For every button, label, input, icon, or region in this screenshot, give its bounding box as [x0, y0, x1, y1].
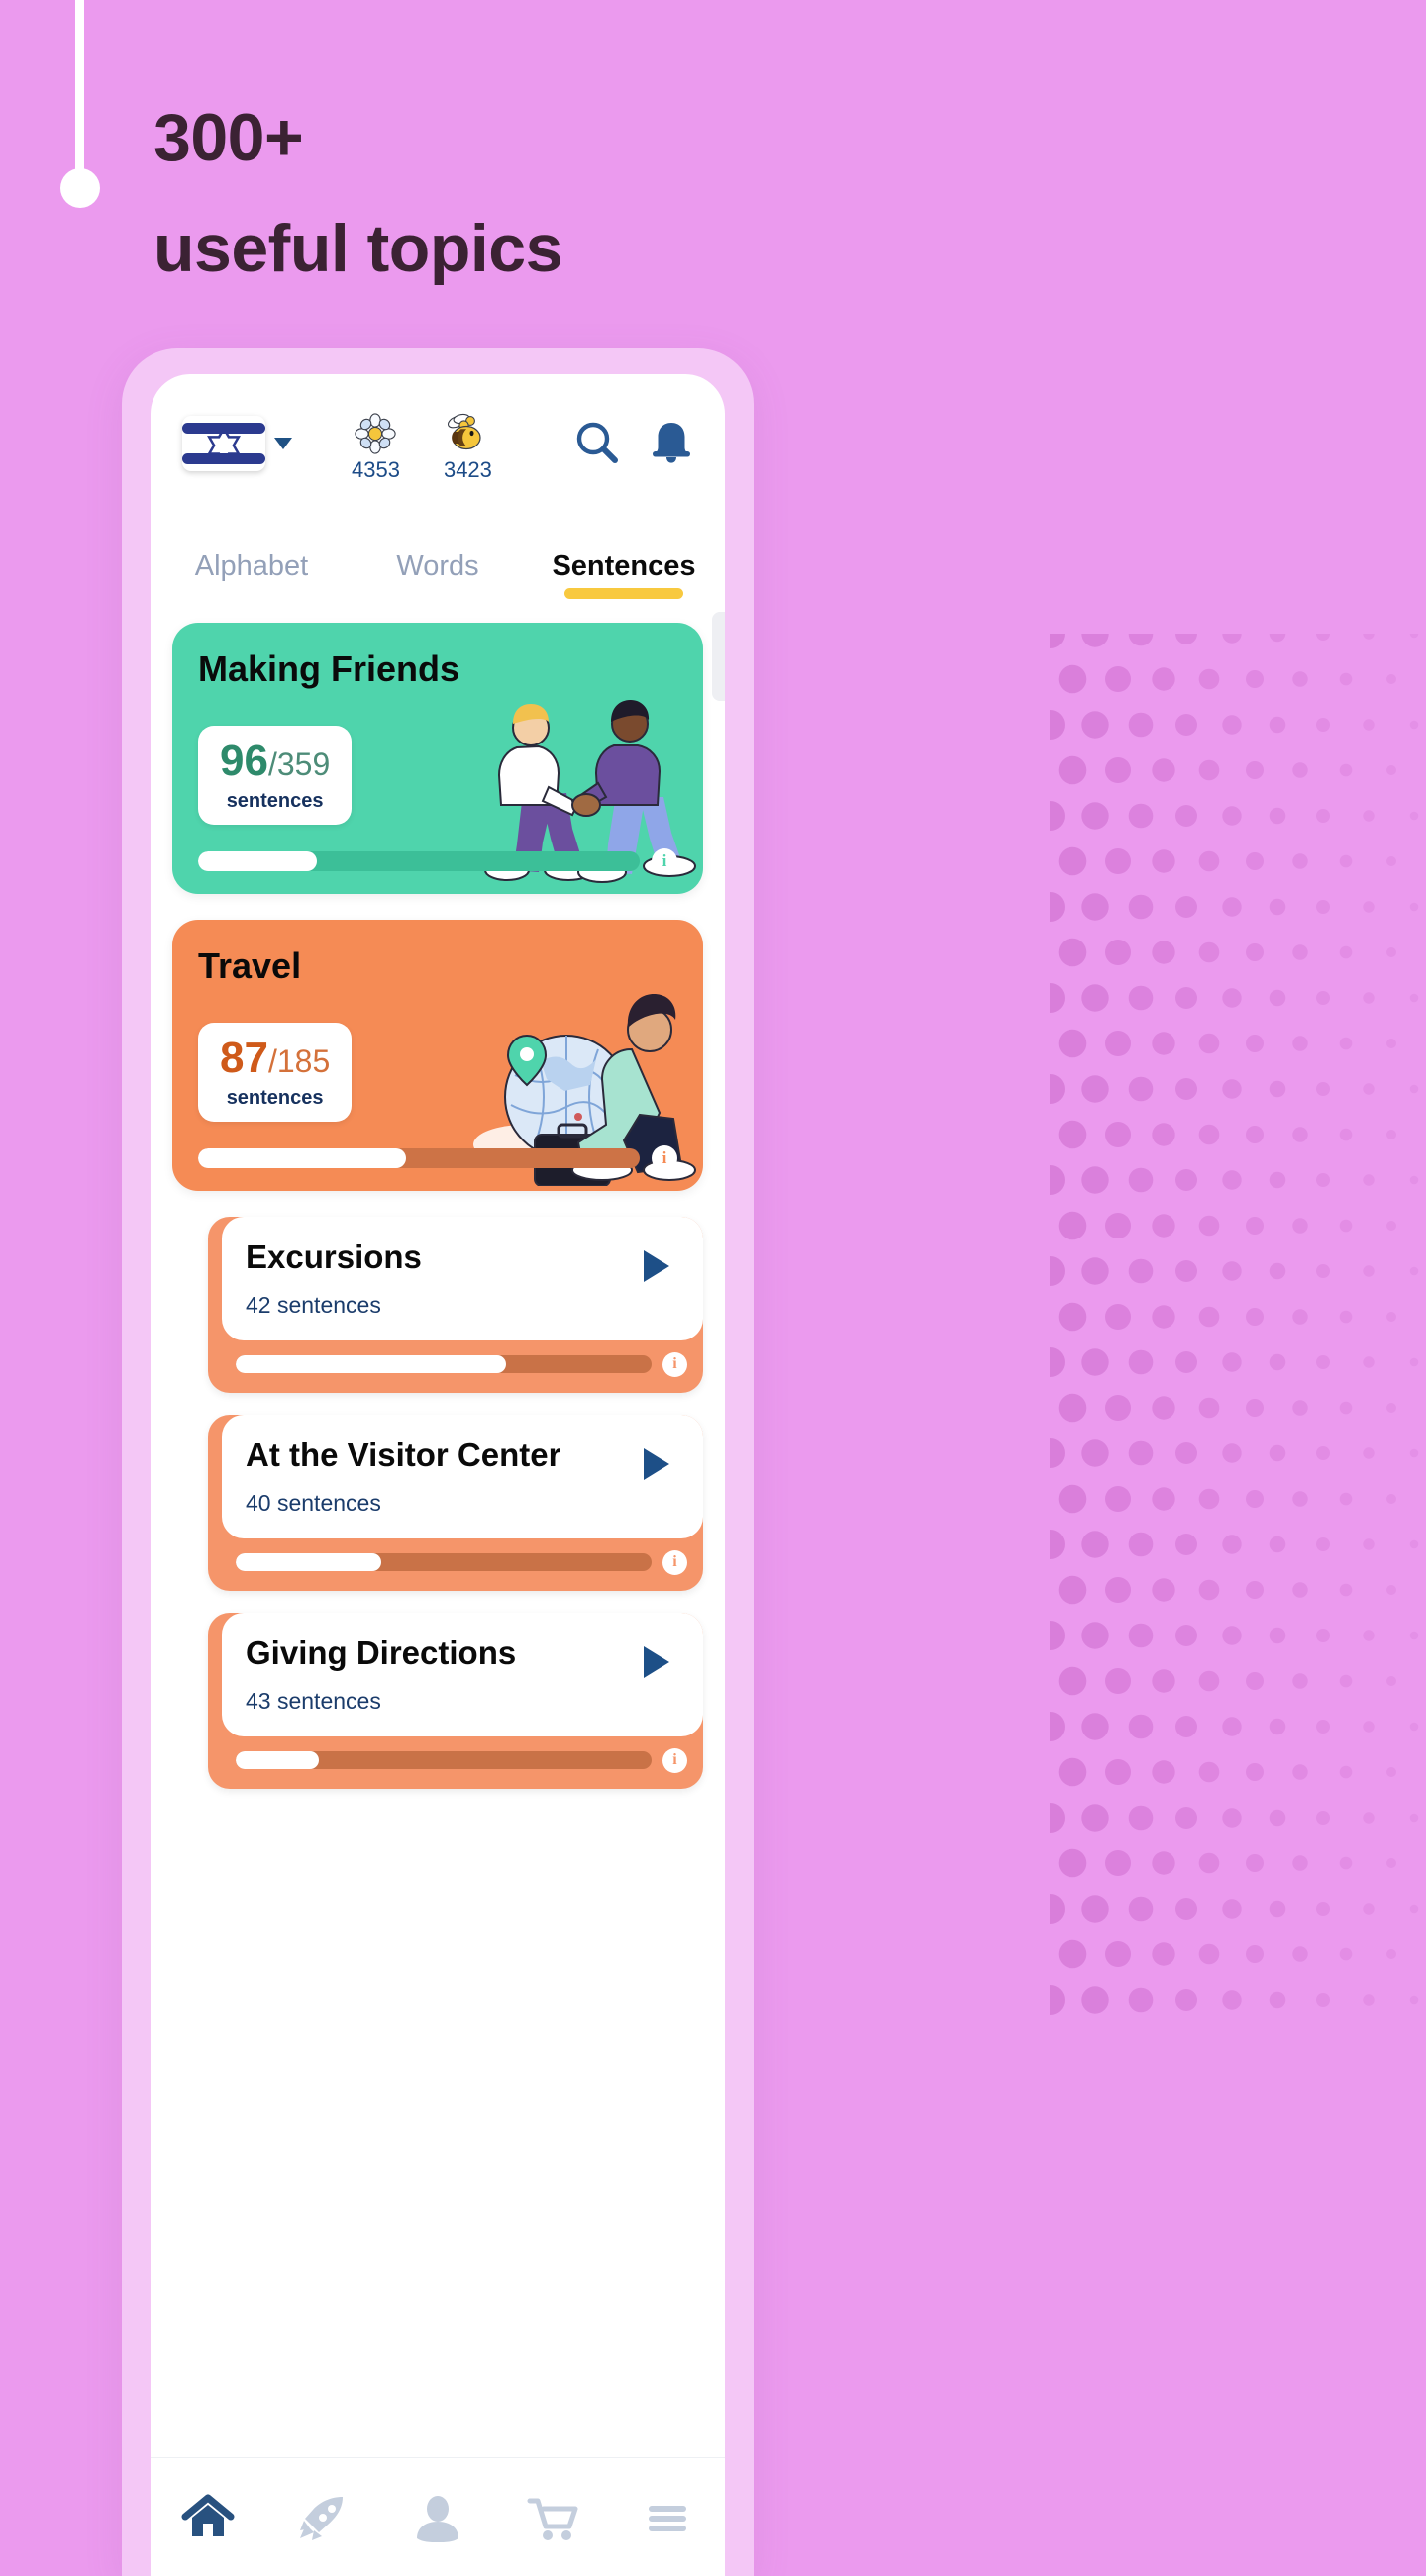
rocket-icon[interactable] — [296, 2493, 350, 2542]
topic-list: Making Friends 96/359 sentences i Travel… — [151, 605, 725, 1789]
sub-topic-progress-bar — [236, 1355, 652, 1374]
topic-score: 96/359 — [220, 740, 330, 783]
topic-progress-bar — [198, 1148, 640, 1168]
headline-line-2: useful topics — [153, 211, 562, 286]
pin-line-decoration — [75, 0, 84, 178]
topic-completed: 96 — [220, 737, 268, 785]
topic-progress-pill: 87/185 sentences — [198, 1023, 353, 1122]
tab-sentences-label: Sentences — [552, 550, 696, 582]
topic-progress-pill: 96/359 sentences — [198, 726, 353, 825]
sub-topic-progress-bar — [236, 1553, 652, 1572]
words-counter[interactable]: 4353 — [352, 412, 400, 483]
tab-words[interactable]: Words — [345, 550, 531, 605]
app-header: 4353 3423 — [151, 374, 725, 550]
sub-topic-name: At the Visitor Center — [246, 1436, 561, 1473]
topic-completed: 87 — [220, 1034, 268, 1082]
play-icon[interactable] — [640, 1644, 673, 1680]
promo-headline: 300+ useful topics — [153, 95, 847, 291]
chevron-down-icon — [274, 438, 292, 449]
topic-progress-fill — [198, 1148, 406, 1168]
info-icon[interactable]: i — [662, 1351, 687, 1377]
active-tab-indicator — [563, 588, 684, 599]
main-tabs: Alphabet Words Sentences — [151, 550, 725, 605]
israel-flag-icon — [182, 416, 265, 471]
sub-topic-content: Giving Directions 43 sentences — [222, 1612, 703, 1736]
pin-dot-decoration — [60, 168, 100, 208]
bell-icon[interactable] — [648, 418, 695, 467]
search-icon[interactable] — [572, 418, 622, 467]
topic-total: /359 — [267, 746, 331, 782]
info-icon[interactable]: i — [652, 1145, 677, 1171]
topic-progress-bar — [198, 851, 640, 871]
sub-topic-progress-row: i — [208, 1538, 703, 1575]
sub-topic-progress-bar — [236, 1751, 652, 1770]
sub-topic-progress-fill — [236, 1553, 381, 1572]
topic-card-travel[interactable]: Travel 87/185 sentences i — [172, 920, 703, 1191]
sub-topic-content: Excursions 42 sentences — [222, 1217, 703, 1340]
sentences-counter[interactable]: 3423 — [444, 412, 492, 483]
sub-topic-progress-row: i — [208, 1340, 703, 1377]
info-icon[interactable]: i — [662, 1747, 687, 1773]
bee-icon — [448, 413, 482, 450]
topic-total: /185 — [267, 1043, 331, 1079]
headline-line-1: 300+ — [153, 100, 304, 175]
sub-topic-giving-directions[interactable]: Giving Directions 43 sentences i — [208, 1612, 703, 1789]
sub-topic-count: 43 sentences — [246, 1687, 381, 1714]
language-selector[interactable] — [182, 416, 292, 471]
home-icon[interactable] — [181, 2493, 235, 2542]
sub-topic-count: 40 sentences — [246, 1489, 381, 1516]
topic-progress-row: i — [198, 1145, 677, 1171]
topic-title: Making Friends — [198, 648, 460, 689]
tab-alphabet[interactable]: Alphabet — [158, 550, 345, 605]
scroll-indicator[interactable] — [712, 612, 725, 701]
topic-progress-fill — [198, 851, 318, 871]
words-count: 4353 — [352, 457, 400, 482]
header-actions — [572, 418, 695, 467]
sub-topic-progress-fill — [236, 1355, 506, 1374]
tab-words-label: Words — [396, 550, 479, 582]
topic-card-making-friends[interactable]: Making Friends 96/359 sentences i — [172, 623, 703, 894]
header-counters: 4353 3423 — [352, 412, 492, 483]
sub-topic-excursions[interactable]: Excursions 42 sentences i — [208, 1217, 703, 1393]
play-icon[interactable] — [640, 1248, 673, 1284]
topic-unit: sentences — [226, 790, 324, 812]
info-icon[interactable]: i — [662, 1549, 687, 1575]
halftone-dots-decoration — [1050, 634, 1426, 2020]
sub-topic-name: Giving Directions — [246, 1634, 517, 1671]
sub-topic-progress-row: i — [208, 1736, 703, 1773]
sub-topic-name: Excursions — [246, 1238, 422, 1275]
menu-icon[interactable] — [641, 2493, 694, 2542]
play-icon[interactable] — [640, 1446, 673, 1482]
sub-topic-progress-fill — [236, 1751, 319, 1770]
sub-topic-at-the-visitor-center[interactable]: At the Visitor Center 40 sentences i — [208, 1414, 703, 1591]
phone-screen: 4353 3423 Alphabet Words Sentences Makin… — [151, 374, 725, 2576]
topic-score: 87/185 — [220, 1037, 330, 1080]
info-icon[interactable]: i — [652, 848, 677, 874]
tab-alphabet-label: Alphabet — [194, 550, 309, 582]
topic-progress-row: i — [198, 848, 677, 874]
sub-topic-content: At the Visitor Center 40 sentences — [222, 1414, 703, 1538]
sentences-count: 3423 — [443, 457, 492, 482]
tab-sentences[interactable]: Sentences — [531, 550, 717, 605]
topic-title: Travel — [198, 945, 302, 986]
profile-icon[interactable] — [411, 2493, 464, 2542]
sub-topic-count: 42 sentences — [246, 1291, 381, 1318]
bottom-navigation — [151, 2457, 725, 2576]
daisy-icon — [355, 413, 397, 454]
topic-unit: sentences — [226, 1087, 324, 1109]
cart-icon[interactable] — [526, 2493, 579, 2542]
